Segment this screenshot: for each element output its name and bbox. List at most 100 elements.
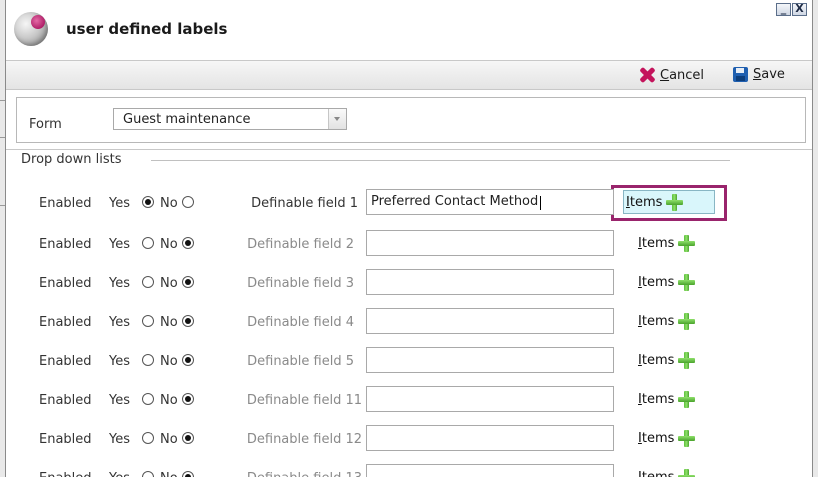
form-label: Form [29, 117, 62, 132]
enabled-yes-radio[interactable] [142, 315, 154, 327]
no-label: No [160, 196, 178, 211]
enabled-no-radio[interactable] [182, 471, 194, 477]
no-label: No [160, 276, 178, 291]
no-label: No [160, 315, 178, 330]
green-plus-icon [666, 194, 684, 211]
definable-field-label: Definable field 1 [251, 196, 358, 211]
user-defined-labels-dialog: user defined labels _ X Cancel Save Form… [5, 0, 813, 477]
enabled-no-radio[interactable] [182, 237, 194, 249]
items-button[interactable]: Items [638, 313, 696, 330]
definable-field-label: Definable field 2 [247, 237, 354, 252]
dialog-title: user defined labels [66, 20, 228, 38]
definable-field-label: Definable field 12 [246, 432, 362, 447]
definable-field-label: Definable field 13 [212, 471, 362, 477]
enabled-yes-radio[interactable] [142, 354, 154, 366]
yes-label: Yes [109, 354, 130, 369]
no-label: No [160, 237, 178, 252]
minimize-icon[interactable]: _ [776, 3, 791, 16]
definable-field-input[interactable] [366, 269, 614, 295]
text-caret [540, 196, 541, 210]
chevron-down-icon[interactable] [328, 109, 346, 129]
dialog-titlebar: user defined labels _ X [6, 0, 812, 60]
close-icon[interactable]: X [792, 3, 807, 16]
items-button[interactable]: Items [638, 430, 696, 447]
items-label: Items [638, 353, 675, 368]
enabled-yes-radio[interactable] [142, 432, 154, 444]
enabled-no-radio[interactable] [182, 393, 194, 405]
dropdown-list-row: Enabled Yes No Definable field 2 Items [6, 229, 812, 259]
dropdown-list-row: Enabled Yes No Definable field 1 Preferred C… [6, 185, 812, 221]
items-label: Items [638, 470, 674, 477]
green-plus-icon [678, 430, 696, 447]
enabled-label: Enabled [39, 276, 92, 291]
dropdown-list-row: Enabled Yes No Definable field 11 Items [6, 385, 812, 415]
yes-label: Yes [109, 196, 130, 211]
no-label: No [160, 354, 178, 369]
dialog-toolbar: Cancel Save [6, 60, 812, 90]
definable-field-input[interactable] [366, 230, 614, 256]
enabled-no-radio[interactable] [182, 276, 194, 288]
enabled-no-radio[interactable] [182, 432, 194, 444]
definable-field-input[interactable] [366, 308, 614, 334]
yes-label: Yes [109, 393, 130, 408]
items-button[interactable]: Items [638, 352, 696, 369]
definable-field-input[interactable]: Preferred Contact Method [366, 189, 614, 215]
enabled-no-radio[interactable] [182, 354, 194, 366]
dropdown-list-row: Enabled Yes No Definable field 4 Items [6, 307, 812, 337]
dropdown-list-row: Enabled Yes No Definable field 5 Items [6, 346, 812, 376]
app-logo-icon [14, 12, 48, 46]
legend-rule [151, 160, 730, 161]
floppy-disk-icon [733, 67, 748, 82]
no-label: No [160, 471, 178, 477]
definable-field-label: Definable field 4 [247, 315, 354, 330]
items-label: Items [638, 392, 675, 407]
definable-field-input[interactable] [366, 464, 614, 477]
enabled-yes-radio[interactable] [142, 196, 154, 208]
enabled-no-radio[interactable] [182, 315, 194, 327]
items-button[interactable]: Items [626, 194, 684, 211]
definable-field-input[interactable] [366, 425, 614, 451]
items-label: Items [626, 195, 663, 210]
save-button[interactable]: Save [733, 67, 785, 82]
enabled-yes-radio[interactable] [142, 471, 154, 477]
items-button[interactable]: Items [638, 469, 696, 477]
cancel-button[interactable]: Cancel [639, 67, 704, 83]
section-divider [6, 149, 812, 150]
definable-field-input[interactable] [366, 347, 614, 373]
enabled-yes-radio[interactable] [142, 393, 154, 405]
yes-label: Yes [109, 276, 130, 291]
definable-field-label: Definable field 3 [247, 276, 354, 291]
red-x-icon [639, 67, 655, 83]
yes-label: Yes [109, 315, 130, 330]
enabled-label: Enabled [39, 237, 92, 252]
window-controls: _ X [776, 3, 807, 16]
enabled-label: Enabled [39, 354, 92, 369]
no-label: No [160, 393, 178, 408]
enabled-no-radio[interactable] [182, 196, 194, 208]
enabled-yes-radio[interactable] [142, 237, 154, 249]
cancel-label: Cancel [660, 67, 705, 83]
enabled-yes-radio[interactable] [142, 276, 154, 288]
items-label: Items [638, 236, 675, 251]
save-label: Save [753, 67, 785, 82]
green-plus-icon [678, 235, 696, 252]
definable-field-label: Definable field 11 [246, 393, 362, 408]
yes-label: Yes [109, 237, 130, 252]
enabled-label: Enabled [39, 432, 92, 447]
green-plus-icon [678, 469, 696, 477]
green-plus-icon [678, 352, 696, 369]
enabled-label: Enabled [39, 196, 92, 211]
items-button[interactable]: Items [638, 391, 696, 408]
definable-field-input[interactable] [366, 386, 614, 412]
yes-label: Yes [109, 471, 130, 477]
green-plus-icon [678, 274, 696, 291]
items-button[interactable]: Items [638, 274, 696, 291]
form-dropdown-value: Guest maintenance [123, 112, 251, 127]
form-dropdown[interactable]: Guest maintenance [113, 108, 347, 130]
yes-label: Yes [109, 432, 130, 447]
items-button[interactable]: Items [638, 235, 696, 252]
green-plus-icon [678, 391, 696, 408]
definable-field-value: Preferred Contact Method [371, 194, 539, 209]
definable-field-label: Definable field 5 [247, 354, 354, 369]
enabled-label: Enabled [39, 315, 92, 330]
